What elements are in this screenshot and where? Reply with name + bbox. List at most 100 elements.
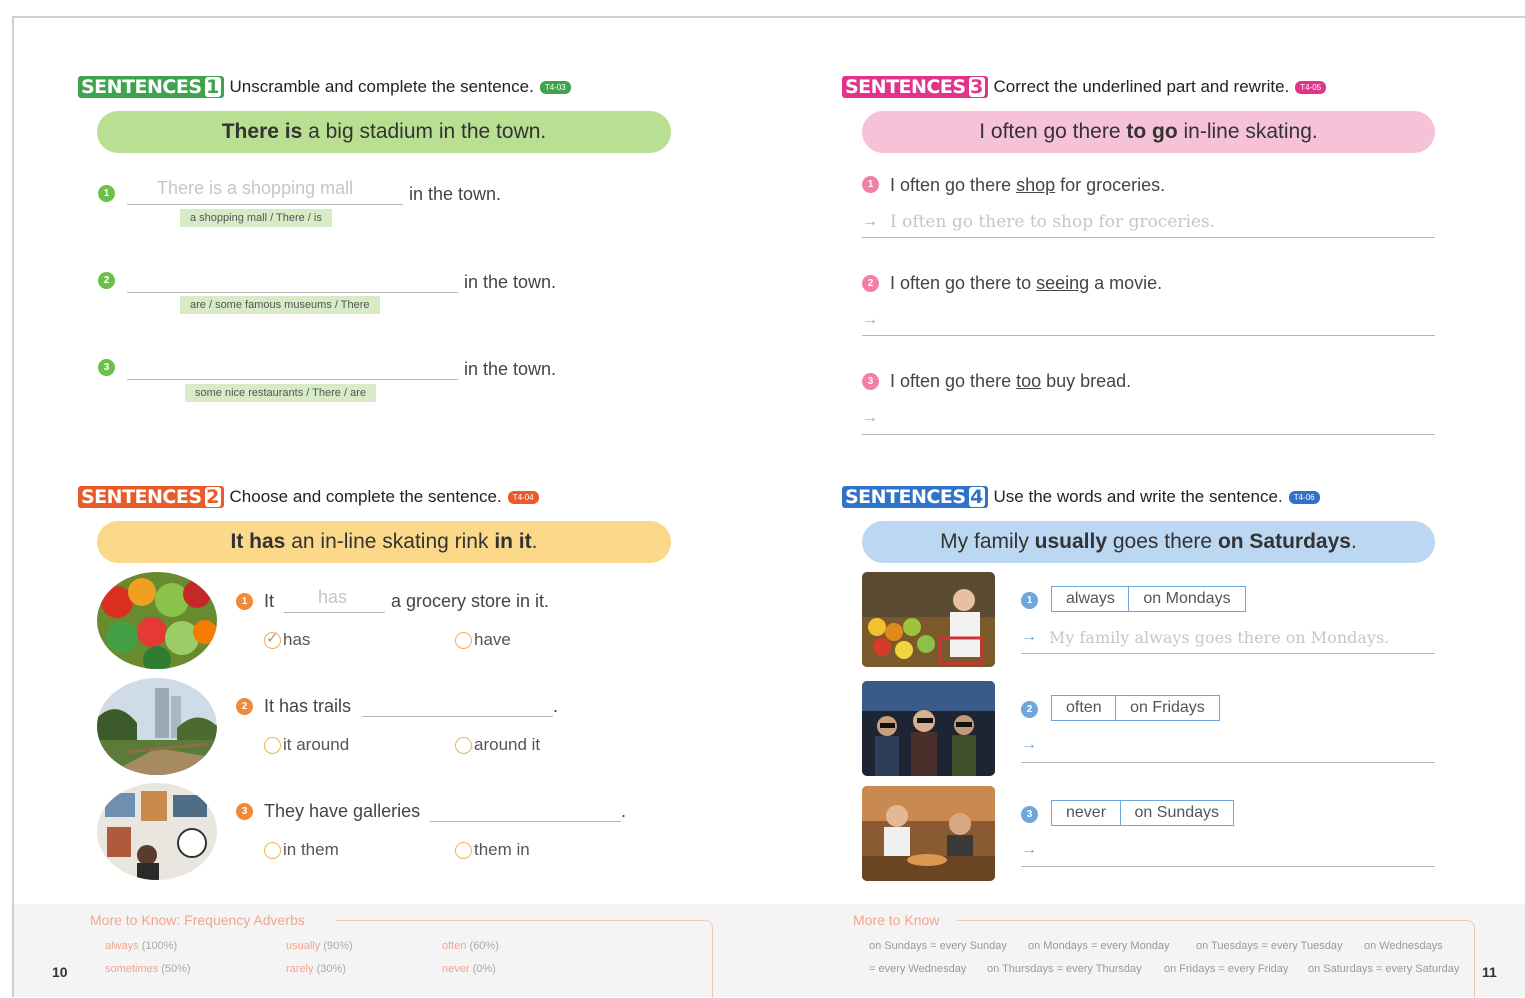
section-3-instruction: Correct the underlined part and rewrite.: [993, 77, 1290, 96]
s3-item-3-sentence: I often go there too buy bread.: [890, 371, 1132, 391]
item-2-number: 2: [98, 272, 115, 289]
word-chip: often: [1051, 695, 1117, 721]
grocery-store-photo: [97, 572, 217, 669]
day-rule: on Tuesdays = every Tuesday: [1196, 940, 1343, 952]
s3-answer-line-2[interactable]: [862, 308, 1435, 336]
more-to-know-left-title: More to Know: Frequency Adverbs: [90, 912, 305, 928]
s4-item-1-number: 1: [1021, 592, 1038, 609]
s3-item-3-number: 3: [862, 373, 879, 390]
track-badge[interactable]: T4-06: [1288, 490, 1320, 504]
section-1-header: SENTENCES 1 Unscramble and complete the s…: [78, 76, 571, 98]
word-hint-1: a shopping mall / There / is: [180, 209, 332, 227]
day-rule: = every Wednesday: [869, 963, 967, 975]
sentence-tail-2: in the town.: [464, 272, 557, 292]
cinema-photo: [862, 681, 995, 776]
radio-unchecked[interactable]: [455, 631, 472, 649]
day-rule: on Thursdays = every Thursday: [987, 963, 1142, 975]
s3-item-2-sentence: I often go there to seeing a movie.: [890, 273, 1163, 293]
word-hint-2: are / some famous museums / There: [180, 296, 380, 314]
section-4-tag: SENTENCES 4: [842, 486, 988, 508]
q3-option-2[interactable]: them in: [455, 840, 530, 860]
adverb-usually: usually (90%): [286, 940, 353, 952]
section-3-header: SENTENCES 3 Correct the underlined part a…: [842, 76, 1327, 98]
section-4-header: SENTENCES 4 Use the words and write the s…: [842, 486, 1320, 508]
section-3-tag: SENTENCES 3: [842, 76, 988, 98]
radio-unchecked[interactable]: [264, 841, 281, 859]
section-1-instruction: Unscramble and complete the sentence.: [229, 77, 534, 96]
gallery-photo: [97, 783, 217, 880]
item-3-number: 3: [98, 359, 115, 376]
word-chip: on Sundays: [1119, 800, 1235, 826]
q1-number: 1: [236, 593, 253, 610]
adverb-always: always (100%): [105, 940, 178, 952]
item-1-number: 1: [98, 185, 115, 202]
q1-option-2[interactable]: have: [455, 630, 511, 650]
section-4-model-sentence: My family usually goes there on Saturday…: [862, 521, 1435, 563]
adverb-rarely: rarely (30%): [286, 963, 346, 975]
s4-word-box-1: always on Mondays: [1051, 586, 1246, 612]
q3-answer-line[interactable]: [430, 795, 621, 822]
section-4-instruction: Use the words and write the sentence.: [993, 487, 1283, 506]
q2-option-2[interactable]: around it: [455, 735, 540, 755]
q2-number: 2: [236, 698, 253, 715]
s4-answer-line-3[interactable]: [1021, 839, 1435, 867]
more-to-know-left-frame: [336, 920, 713, 998]
radio-unchecked[interactable]: [264, 736, 281, 754]
q3-option-1[interactable]: in them: [264, 840, 339, 860]
page-number-right: 11: [1482, 964, 1497, 980]
s4-item-3-number: 3: [1021, 806, 1038, 823]
sentence-tail-1: in the town.: [409, 184, 502, 204]
s3-answer-1: I often go there to shop for groceries.: [890, 212, 1216, 232]
word-chip: on Mondays: [1128, 586, 1246, 612]
answer-line-3[interactable]: [127, 352, 458, 380]
section-2-header: SENTENCES 2 Choose and complete the sente…: [78, 486, 539, 508]
word-hint-3: some nice restaurants / There / are: [185, 384, 376, 402]
bakery-photo: [862, 786, 995, 881]
q2-option-1[interactable]: it around: [264, 735, 349, 755]
section-2-tag: SENTENCES 2: [78, 486, 224, 508]
track-badge[interactable]: T4-05: [1295, 80, 1327, 94]
s3-item-2-number: 2: [862, 275, 879, 292]
s3-item-1-sentence: I often go there shop for groceries.: [890, 175, 1166, 195]
radio-checked[interactable]: ✓: [264, 629, 281, 649]
section-2-instruction: Choose and complete the sentence.: [229, 487, 502, 506]
q3-start: They have galleries: [264, 801, 421, 821]
word-chip: never: [1051, 800, 1122, 826]
track-badge[interactable]: T4-04: [507, 490, 539, 504]
radio-unchecked[interactable]: [455, 841, 472, 859]
answer-line-2[interactable]: [127, 265, 458, 293]
q1-tail: a grocery store in it.: [391, 591, 550, 611]
s4-answer-1: My family always goes there on Mondays.: [1049, 628, 1390, 647]
adverb-sometimes: sometimes (50%): [105, 963, 191, 975]
supermarket-photo: [862, 572, 995, 667]
section-1-model-sentence: There is a big stadium in the town.: [97, 111, 671, 153]
word-chip: on Fridays: [1115, 695, 1220, 721]
more-to-know-right-title: More to Know: [853, 912, 940, 928]
day-rule: on Fridays = every Friday: [1164, 963, 1289, 975]
section-2-model-sentence: It has an in-line skating rink in it.: [97, 521, 671, 563]
q1-option-1[interactable]: ✓ has: [264, 630, 310, 650]
answer-text-1: There is a shopping mall: [157, 178, 354, 198]
q2-answer-line[interactable]: [362, 690, 553, 717]
sentence-tail-3: in the town.: [464, 359, 557, 379]
s3-item-1-number: 1: [862, 176, 879, 193]
park-trail-photo: [97, 678, 217, 775]
check-icon: ✓: [266, 629, 279, 647]
q2-start: It has trails: [264, 696, 352, 716]
s3-answer-line-3[interactable]: [862, 407, 1435, 435]
adverb-never: never (0%): [442, 963, 496, 975]
s4-answer-line-2[interactable]: [1021, 735, 1435, 763]
day-rule: on Wednesdays: [1364, 940, 1443, 952]
section-1-tag: SENTENCES 1: [78, 76, 224, 98]
day-rule: on Sundays = every Sunday: [869, 940, 1007, 952]
word-chip: always: [1051, 586, 1130, 612]
s4-word-box-3: never on Sundays: [1051, 800, 1235, 826]
s4-item-2-number: 2: [1021, 701, 1038, 718]
day-rule: on Saturdays = every Saturday: [1308, 963, 1460, 975]
track-badge[interactable]: T4-03: [539, 80, 571, 94]
radio-unchecked[interactable]: [455, 736, 472, 754]
adverb-often: often (60%): [442, 940, 499, 952]
page-number-left: 10: [52, 964, 68, 980]
q2-tail: .: [553, 696, 559, 716]
s4-word-box-2: often on Fridays: [1051, 695, 1220, 721]
